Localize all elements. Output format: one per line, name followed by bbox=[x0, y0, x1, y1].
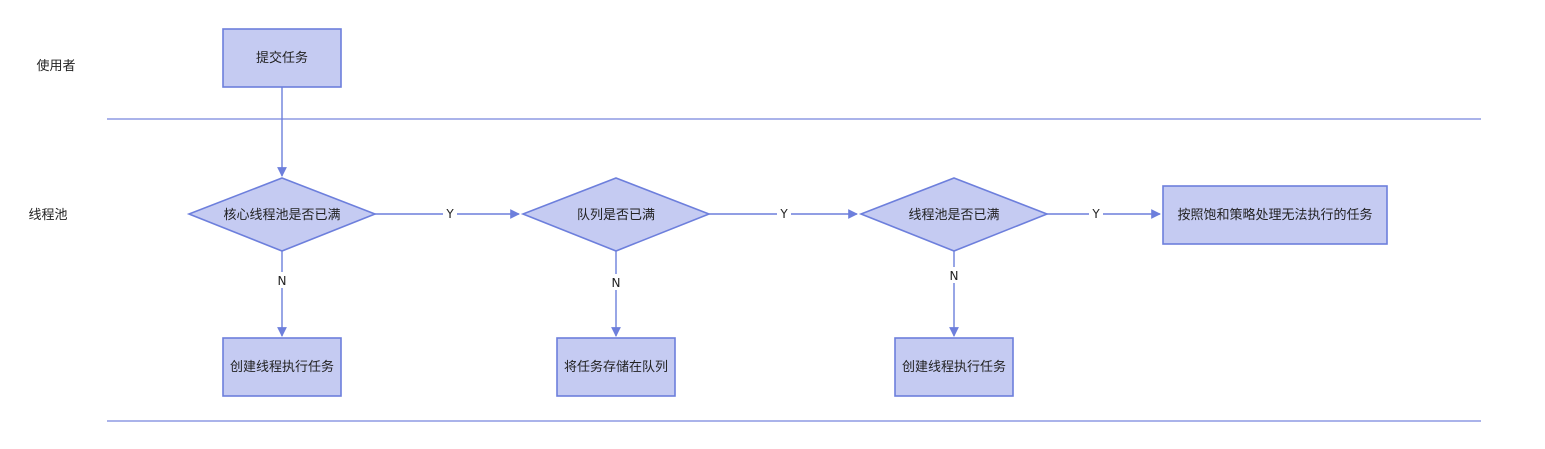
node-create-thread: 创建线程执行任务 bbox=[894, 337, 1014, 397]
node-enqueue-task: 将任务存储在队列 bbox=[556, 337, 676, 397]
decision-core-pool-full: 核心线程池是否已满 bbox=[186, 177, 378, 252]
edge-label-yes-3: Y bbox=[1091, 207, 1100, 221]
node-reject-policy: 按照饱和策略处理无法执行的任务 bbox=[1162, 185, 1388, 245]
decision-queue-full-label: 队列是否已满 bbox=[577, 208, 655, 223]
decision-pool-full: 线程池是否已满 bbox=[858, 177, 1050, 252]
node-submit-task: 提交任务 bbox=[222, 28, 342, 88]
edge-label-no-2: N bbox=[612, 276, 621, 290]
node-enqueue-task-label: 将任务存储在队列 bbox=[564, 359, 668, 375]
node-create-thread-label: 创建线程执行任务 bbox=[902, 359, 1006, 375]
decision-queue-full: 队列是否已满 bbox=[520, 177, 712, 252]
decision-core-pool-full-label: 核心线程池是否已满 bbox=[223, 208, 340, 223]
lane-label-user: 使用者 bbox=[36, 58, 75, 74]
node-create-core-thread-label: 创建线程执行任务 bbox=[230, 359, 334, 375]
edge-label-yes-1: Y bbox=[445, 207, 454, 221]
node-reject-policy-label: 按照饱和策略处理无法执行的任务 bbox=[1177, 207, 1372, 223]
edge-label-no-1: N bbox=[278, 274, 287, 288]
edge-label-no-3: N bbox=[950, 269, 959, 283]
lane-label-thread-pool: 线程池 bbox=[28, 208, 67, 223]
thread-pool-flowchart: 使用者 线程池 Y Y Y N N N 提交任务 核心线程池是否已满 队列是否已… bbox=[28, 28, 1481, 422]
node-submit-task-label: 提交任务 bbox=[256, 50, 308, 66]
decision-pool-full-label: 线程池是否已满 bbox=[908, 208, 999, 223]
edge-label-yes-2: Y bbox=[779, 207, 788, 221]
node-create-core-thread: 创建线程执行任务 bbox=[222, 337, 342, 397]
